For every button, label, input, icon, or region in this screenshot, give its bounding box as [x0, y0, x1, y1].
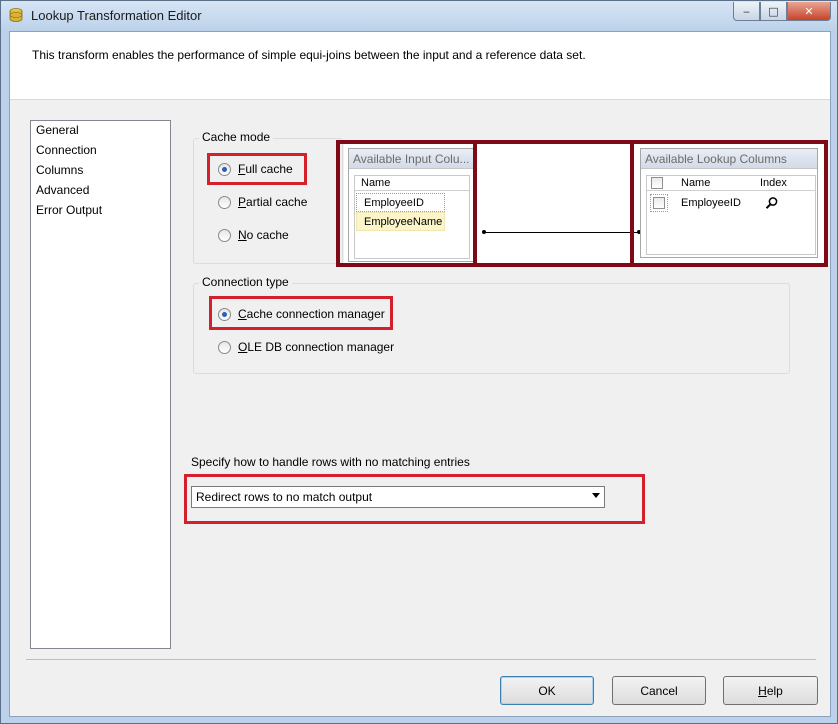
nav-item-columns[interactable]: Columns — [31, 161, 170, 181]
minimize-icon: ‒ — [743, 4, 750, 18]
dialog-description: This transform enables the performance o… — [32, 48, 586, 62]
oledb-connection-accel: O — [238, 340, 248, 354]
oledb-connection-label: OLE DB connection manager — [238, 340, 394, 354]
radio-unselected-icon — [218, 340, 231, 354]
nav-item-error-output[interactable]: Error Output — [31, 201, 170, 221]
app-icon — [9, 8, 23, 22]
no-cache-text: o cache — [246, 228, 289, 242]
connection-type-title: Connection type — [199, 275, 292, 289]
help-text: elp — [766, 683, 783, 698]
cache-connection-highlight — [209, 296, 393, 330]
no-cache-accel: N — [238, 228, 247, 242]
maximize-icon: □ — [768, 4, 779, 18]
full-cache-highlight — [207, 153, 307, 185]
minimize-button[interactable]: ‒ — [733, 2, 760, 21]
oledb-connection-text: LE DB connection manager — [247, 340, 395, 354]
nav-item-connection[interactable]: Connection — [31, 141, 170, 161]
radio-unselected-icon — [218, 228, 231, 242]
mapping-area-divider — [473, 144, 477, 263]
close-button[interactable]: ✕ — [787, 2, 831, 21]
partial-cache-radio[interactable]: Partial cache — [218, 195, 307, 209]
partial-cache-label: Partial cache — [238, 195, 307, 209]
mapping-area-highlight — [336, 140, 828, 267]
dialog-body: General Connection Columns Advanced Erro… — [10, 100, 830, 716]
radio-unselected-icon — [218, 195, 231, 209]
no-cache-label: No cache — [238, 228, 289, 242]
help-button[interactable]: Help — [723, 676, 818, 705]
close-icon: ✕ — [804, 4, 814, 18]
window-title: Lookup Transformation Editor — [31, 8, 202, 23]
dialog-client: This transform enables the performance o… — [9, 31, 831, 717]
nav-item-advanced[interactable]: Advanced — [31, 181, 170, 201]
no-cache-radio[interactable]: No cache — [218, 228, 289, 242]
mapping-area-divider — [630, 144, 634, 263]
oledb-connection-manager-radio[interactable]: OLE DB connection manager — [218, 340, 394, 354]
window-controls: ‒ □ ✕ — [733, 2, 831, 21]
partial-cache-text: artial cache — [246, 195, 308, 209]
help-accel: H — [758, 683, 767, 698]
ok-button[interactable]: OK — [500, 676, 594, 705]
title-bar[interactable]: Lookup Transformation Editor ‒ □ ✕ — [1, 1, 837, 30]
nav-item-general[interactable]: General — [31, 121, 170, 141]
no-match-label: Specify how to handle rows with no match… — [191, 455, 470, 469]
page-nav-list: General Connection Columns Advanced Erro… — [30, 120, 171, 649]
lookup-editor-window: Lookup Transformation Editor ‒ □ ✕ This … — [0, 0, 838, 724]
cache-mode-title: Cache mode — [199, 130, 274, 144]
partial-cache-accel: P — [238, 195, 247, 209]
footer-divider — [26, 659, 816, 660]
maximize-button[interactable]: □ — [760, 2, 787, 21]
no-match-highlight — [184, 474, 645, 524]
cancel-button[interactable]: Cancel — [612, 676, 706, 705]
